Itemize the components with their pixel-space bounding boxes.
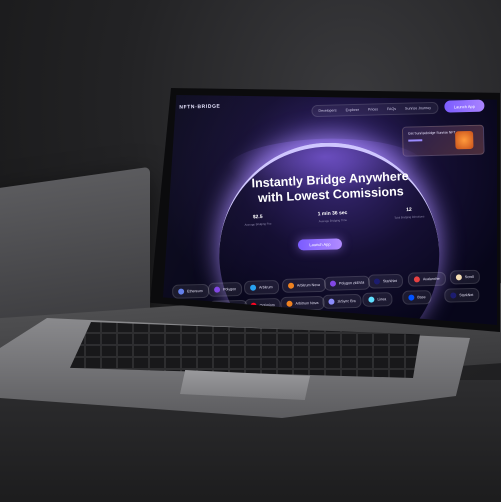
- chain-logo-icon: [368, 296, 375, 303]
- nft-card-underline: [408, 139, 423, 142]
- chain-logo-icon: [373, 278, 381, 285]
- chain-chip-linea[interactable]: Linea: [362, 292, 393, 307]
- chain-name: StarkNet: [459, 292, 474, 298]
- chain-chip-avalanche[interactable]: Avalanche: [407, 271, 446, 287]
- launch-app-main-button[interactable]: Launch App: [297, 238, 343, 251]
- chain-name: Base: [417, 295, 426, 300]
- chain-chip-starknet[interactable]: StarkNet: [444, 287, 480, 303]
- chain-chip-arbitrum[interactable]: Arbitrum: [243, 280, 279, 295]
- nft-image: [455, 130, 474, 150]
- chain-logo-icon: [214, 286, 221, 293]
- chain-logo-icon: [328, 298, 335, 305]
- stat-time: 1 min 36 sec Average Bridging Time: [318, 210, 348, 223]
- chain-chip-zksync-era[interactable]: zkSync Era: [322, 293, 362, 309]
- product-photo-scene: NFTN◦BRIDGE Developers Explorer Prices F…: [0, 0, 501, 502]
- chain-logo-icon: [408, 294, 415, 301]
- chain-name: zkSync Era: [337, 299, 356, 304]
- chain-logo-icon: [287, 282, 295, 289]
- stat-value: $2.5: [252, 213, 263, 221]
- chain-logo-icon: [450, 292, 457, 299]
- site-logo[interactable]: NFTN◦BRIDGE: [179, 104, 220, 111]
- nav-item-sunrise-journey[interactable]: Sunrise Journey: [405, 106, 431, 111]
- laptop-screen: NFTN◦BRIDGE Developers Explorer Prices F…: [163, 95, 497, 325]
- chain-logo-icon: [178, 288, 185, 295]
- chain-chip-scroll[interactable]: Scroll: [449, 269, 481, 285]
- chain-name: StarkNet: [382, 278, 397, 284]
- chain-name: Arbitrum: [259, 285, 273, 290]
- chain-name: Scroll: [464, 274, 474, 280]
- chain-name: Avalanche: [422, 276, 440, 282]
- chain-name: Polygon: [223, 287, 237, 292]
- nav-item-developers[interactable]: Developers: [318, 108, 336, 112]
- stat-fee: $2.5 Average Bridging Fee: [244, 213, 271, 227]
- nft-promo-card[interactable]: Get Sunrisebridge Sunrise NFT: [401, 124, 485, 157]
- chain-logo-icon: [286, 300, 293, 307]
- chain-logo-icon: [329, 280, 337, 287]
- stat-value: 12: [406, 206, 412, 214]
- nav-item-prices[interactable]: Prices: [368, 107, 378, 111]
- chain-logo-icon: [249, 284, 257, 291]
- chain-chip-ethereum[interactable]: Ethereum: [171, 283, 209, 299]
- chain-name: Arbitrum Nova: [296, 282, 321, 288]
- top-nav: Developers Explorer Prices FAQs Sunrise …: [311, 101, 439, 118]
- stat-directions: 12 Total Bridging Directions: [394, 206, 424, 220]
- chain-chip-polygon[interactable]: Polygon: [207, 281, 243, 297]
- nft-card-text: Get Sunrisebridge Sunrise NFT: [408, 130, 456, 136]
- chain-name: Polygon zkEVM: [338, 280, 365, 286]
- nav-item-explorer[interactable]: Explorer: [346, 108, 359, 112]
- chain-logo-icon: [413, 276, 420, 283]
- chain-chip-arbitrum-nova[interactable]: Arbitrum Nova: [281, 277, 327, 293]
- chain-name: Ethereum: [187, 289, 203, 294]
- chain-name: Linea: [377, 297, 387, 302]
- chain-chip-base[interactable]: Base: [402, 290, 432, 305]
- chain-name: Arbitrum Nova: [295, 301, 319, 306]
- chain-chip-starknet[interactable]: StarkNet: [367, 273, 404, 289]
- chain-logo-icon: [455, 274, 462, 281]
- stat-value: 1 min 36 sec: [317, 209, 348, 218]
- nav-item-faqs[interactable]: FAQs: [387, 107, 396, 111]
- launch-app-top-button[interactable]: Launch App: [444, 99, 485, 113]
- chain-chip-polygon-zkevm[interactable]: Polygon zkEVM: [323, 275, 371, 291]
